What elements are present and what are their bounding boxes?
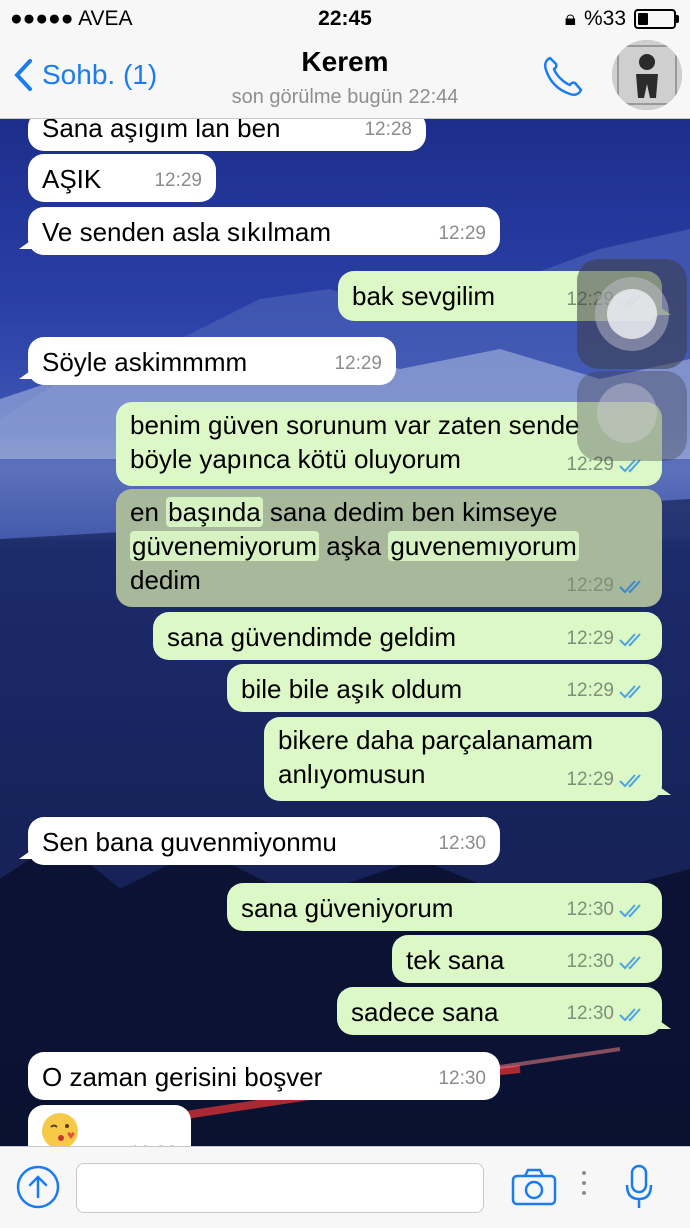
status-bar: ●●●●● AVEA 22:45 🔒︎ %33 bbox=[0, 0, 690, 36]
message-time: 12:29 bbox=[566, 622, 648, 656]
message-out[interactable]: sadece sana 12:30 bbox=[337, 987, 671, 1035]
input-bar bbox=[0, 1146, 690, 1228]
separator-dots bbox=[582, 1171, 588, 1201]
message-in[interactable]: AŞIK 12:29 bbox=[28, 154, 216, 202]
assistive-touch-ghost bbox=[577, 371, 687, 461]
read-ticks-icon bbox=[619, 904, 641, 918]
message-out[interactable]: sana güveniyorum 12:30 bbox=[227, 883, 662, 931]
message-text: en başında sana dedim ben kimseye güvene… bbox=[130, 497, 579, 595]
message-out[interactable]: bikere daha parçalanamam anlıyomusun 12:… bbox=[264, 717, 671, 801]
message-in[interactable]: Ve senden asla sıkılmam 12:29 bbox=[19, 207, 500, 255]
message-out[interactable]: sana güvendimde geldim 12:29 bbox=[153, 612, 662, 660]
read-ticks-icon bbox=[619, 1008, 641, 1022]
message-time: 12:29 bbox=[566, 674, 648, 708]
message-in[interactable]: Sen bana guvenmiyonmu 12:30 bbox=[19, 817, 500, 865]
message-out[interactable]: tek sana 12:30 bbox=[392, 935, 662, 983]
upload-arrow-icon[interactable] bbox=[16, 1165, 60, 1209]
message-text: bak sevgilim bbox=[352, 281, 496, 311]
message-in[interactable]: Söyle askimmmm 12:29 bbox=[19, 337, 396, 385]
message-text: sana güvendimde geldim bbox=[167, 622, 457, 652]
message-text: sadece sana bbox=[351, 997, 499, 1027]
message-out[interactable]: bile bile aşık oldum 12:29 bbox=[227, 664, 662, 712]
read-ticks-icon bbox=[619, 774, 641, 788]
battery-percent: %33 bbox=[583, 7, 626, 30]
message-time: 12:29 bbox=[334, 353, 382, 374]
kissing-face-emoji bbox=[42, 1113, 78, 1146]
message-time: 12:30 bbox=[566, 893, 648, 927]
message-text: sana güveniyorum bbox=[241, 893, 454, 923]
message-in[interactable]: Sana aşıgım lan ben 12:28 bbox=[28, 119, 426, 151]
message-text: Sana aşıgım lan ben bbox=[42, 119, 281, 143]
contact-name[interactable]: Kerem bbox=[0, 46, 690, 78]
message-in[interactable]: 12:30 bbox=[28, 1105, 191, 1146]
message-text: bikere daha parçalanamam anlıyomusun bbox=[278, 725, 594, 789]
message-text: Söyle askimmmm bbox=[42, 347, 248, 377]
camera-icon[interactable] bbox=[510, 1167, 558, 1207]
message-text: Sen bana guvenmiyonmu bbox=[42, 827, 337, 857]
message-text: tek sana bbox=[406, 945, 505, 975]
chat-header: Sohb. (1) Kerem son görülme bugün 22:44 bbox=[0, 36, 690, 119]
assistive-touch[interactable] bbox=[577, 259, 687, 369]
message-text: Ve senden asla sıkılmam bbox=[42, 217, 332, 247]
message-text: O zaman gerisini boşver bbox=[42, 1062, 323, 1092]
read-ticks-icon bbox=[619, 580, 641, 594]
message-time: 12:30 bbox=[566, 945, 648, 979]
message-out-selected[interactable]: en başında sana dedim ben kimseye güvene… bbox=[116, 489, 662, 607]
phone-icon[interactable] bbox=[540, 52, 586, 98]
message-time: 12:29 bbox=[566, 763, 648, 797]
message-text: bile bile aşık oldum bbox=[241, 674, 463, 704]
avatar[interactable] bbox=[612, 40, 682, 110]
message-input[interactable] bbox=[76, 1163, 484, 1213]
battery-icon bbox=[634, 9, 679, 29]
message-time: 12:30 bbox=[438, 833, 486, 854]
rotation-lock-icon: 🔒︎ bbox=[564, 7, 576, 30]
message-list[interactable]: Sana aşıgım lan ben 12:28 AŞIK 12:29 Ve … bbox=[0, 119, 690, 1146]
message-time: 12:30 bbox=[566, 997, 648, 1031]
message-time: 12:29 bbox=[566, 569, 648, 603]
message-time: 12:28 bbox=[364, 119, 412, 140]
microphone-icon[interactable] bbox=[624, 1163, 654, 1211]
message-time: 12:30 bbox=[129, 1137, 177, 1146]
read-ticks-icon bbox=[619, 633, 641, 647]
message-time: 12:29 bbox=[438, 223, 486, 244]
read-ticks-icon bbox=[619, 685, 641, 699]
message-time: 12:29 bbox=[154, 170, 202, 191]
last-seen: son görülme bugün 22:44 bbox=[231, 86, 459, 108]
message-time: 12:30 bbox=[438, 1068, 486, 1089]
read-ticks-icon bbox=[619, 956, 641, 970]
message-text: AŞIK bbox=[42, 164, 102, 194]
message-text: benim güven sorunum var zaten sende böyl… bbox=[130, 410, 580, 474]
message-in[interactable]: O zaman gerisini boşver 12:30 bbox=[28, 1052, 500, 1100]
